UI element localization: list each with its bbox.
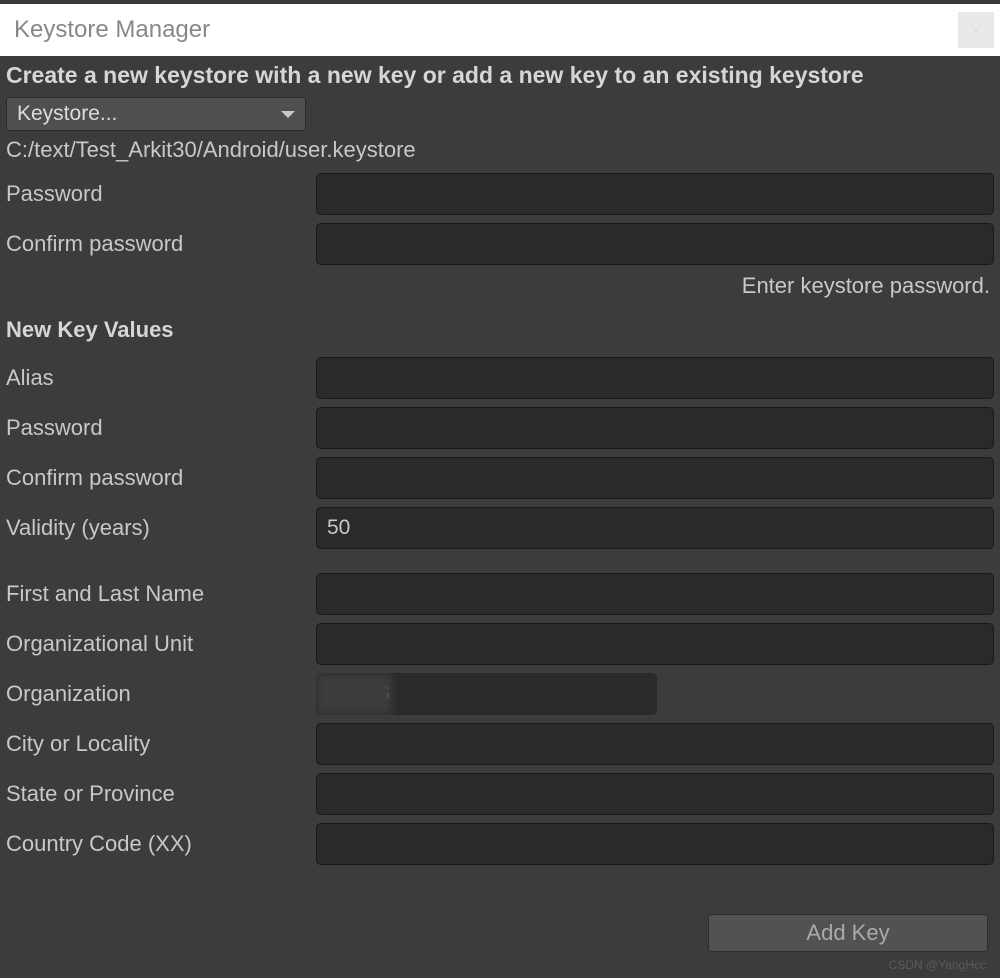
key-confirm-input[interactable]	[316, 457, 994, 499]
keystore-confirm-input[interactable]	[316, 223, 994, 265]
page-heading: Create a new keystore with a new key or …	[6, 62, 994, 89]
key-confirm-row: Confirm password	[6, 457, 994, 499]
orgunit-row: Organizational Unit	[6, 623, 994, 665]
watermark: CSDN @YangHcc	[889, 958, 986, 972]
org-row: Organization	[6, 673, 994, 715]
firstname-input[interactable]	[316, 573, 994, 615]
key-password-label: Password	[6, 415, 316, 441]
key-confirm-label: Confirm password	[6, 465, 316, 491]
orgunit-input[interactable]	[316, 623, 994, 665]
alias-input[interactable]	[316, 357, 994, 399]
alias-label: Alias	[6, 365, 316, 391]
keystore-dropdown[interactable]: Keystore...	[6, 97, 306, 131]
content-area: Create a new keystore with a new key or …	[0, 56, 1000, 865]
keystore-path: C:/text/Test_Arkit30/Android/user.keysto…	[6, 137, 994, 163]
org-label: Organization	[6, 681, 316, 707]
city-input[interactable]	[316, 723, 994, 765]
country-row: Country Code (XX)	[6, 823, 994, 865]
add-key-button[interactable]: Add Key	[708, 914, 988, 952]
footer: Add Key	[708, 914, 988, 952]
validity-label: Validity (years)	[6, 515, 316, 541]
state-label: State or Province	[6, 781, 316, 807]
close-button[interactable]: ×	[958, 12, 994, 48]
close-icon: ×	[971, 20, 982, 41]
orgunit-label: Organizational Unit	[6, 631, 316, 657]
firstname-row: First and Last Name	[6, 573, 994, 615]
validity-input[interactable]	[316, 507, 994, 549]
state-input[interactable]	[316, 773, 994, 815]
keystore-confirm-row: Confirm password	[6, 223, 994, 265]
keystore-password-input[interactable]	[316, 173, 994, 215]
validity-row: Validity (years)	[6, 507, 994, 549]
obscured-region	[316, 673, 392, 715]
country-label: Country Code (XX)	[6, 831, 316, 857]
firstname-label: First and Last Name	[6, 581, 316, 607]
key-password-input[interactable]	[316, 407, 994, 449]
key-password-row: Password	[6, 407, 994, 449]
city-label: City or Locality	[6, 731, 316, 757]
titlebar: Keystore Manager ×	[0, 0, 1000, 56]
add-key-label: Add Key	[806, 920, 889, 946]
state-row: State or Province	[6, 773, 994, 815]
chevron-down-icon	[281, 111, 295, 118]
section-title: New Key Values	[6, 317, 994, 343]
alias-row: Alias	[6, 357, 994, 399]
window-title: Keystore Manager	[14, 16, 210, 44]
keystore-hint: Enter keystore password.	[6, 273, 990, 299]
keystore-password-label: Password	[6, 181, 316, 207]
keystore-confirm-label: Confirm password	[6, 231, 316, 257]
country-input[interactable]	[316, 823, 994, 865]
city-row: City or Locality	[6, 723, 994, 765]
dropdown-label: Keystore...	[17, 102, 117, 126]
keystore-password-row: Password	[6, 173, 994, 215]
